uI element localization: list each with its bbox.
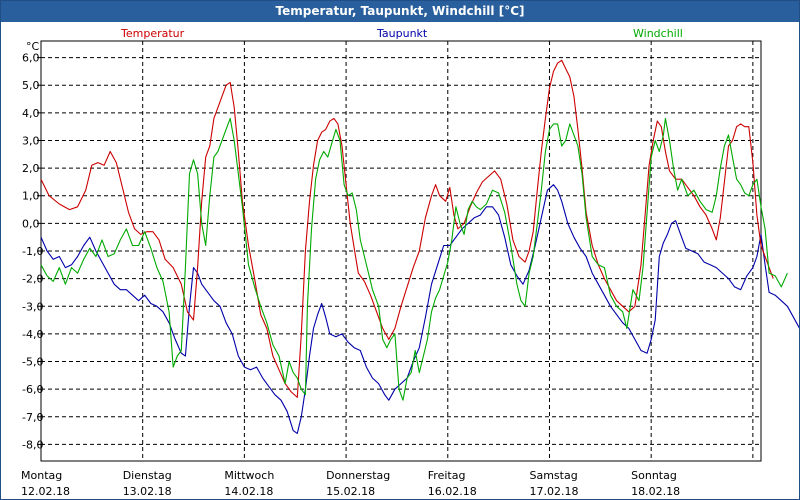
x-day-label: Samstag [529,469,577,482]
y-tick-label: -2,0 [22,273,43,286]
x-date-label: 14.02.18 [224,485,273,498]
x-date-label: 15.02.18 [326,485,375,498]
y-tick-label: -1,0 [22,245,43,258]
chart-window: Temperatur, Taupunkt, Windchill [°C] 6,0… [0,0,800,500]
x-date-label: 17.02.18 [529,485,578,498]
y-tick-label: 2,0 [22,162,40,175]
x-date-label: 18.02.18 [631,485,680,498]
series-line-taupunkt [40,184,799,434]
series-lines [40,59,799,434]
x-date-label: 16.02.18 [428,485,477,498]
x-day-label: Montag [21,469,62,482]
y-tick-label: -7,0 [22,411,43,424]
x-axis-days: Montag 12.02.18 Dienstag 13.02.18 Mittwoch 14… [21,469,680,498]
series-line-temperatur [40,59,774,398]
x-day-label: Mittwoch [224,469,274,482]
y-tick-label: 4,0 [22,107,40,120]
y-axis-ticks: 6,0 5,0 4,0 3,0 2,0 1,0 0,0 -1,0 -2,0 -3,0 -4,0 -5,… [22,52,43,452]
x-day-label: Donnerstag [326,469,390,482]
y-tick-label: 6,0 [22,52,40,65]
y-tick-label: 0,0 [22,217,40,230]
y-tick-label: -3,0 [22,300,43,313]
x-day-label: Dienstag [123,469,172,482]
y-tick-label: -8,0 [22,438,43,451]
x-day-label: Sonntag [631,469,677,482]
legend-entry-temperatur: Temperatur [120,27,185,40]
y-tick-label: 5,0 [22,79,40,92]
legend: Temperatur Taupunkt Windchill [120,27,683,40]
grid-lines [41,41,761,461]
y-tick-label: -4,0 [22,328,43,341]
y-axis-unit: °C [26,40,40,53]
legend-entry-windchill: Windchill [633,27,683,40]
x-date-label: 13.02.18 [123,485,172,498]
line-chart: 6,0 5,0 4,0 3,0 2,0 1,0 0,0 -1,0 -2,0 -3,0 -4,0 -5,… [21,27,799,498]
x-date-label: 12.02.18 [21,485,70,498]
y-tick-label: 3,0 [22,134,40,147]
y-tick-label: -5,0 [22,356,43,369]
legend-entry-taupunkt: Taupunkt [376,27,428,40]
x-day-label: Freitag [428,469,466,482]
y-tick-label: -6,0 [22,383,43,396]
y-tick-label: 1,0 [22,190,40,203]
series-line-windchill [40,117,788,401]
